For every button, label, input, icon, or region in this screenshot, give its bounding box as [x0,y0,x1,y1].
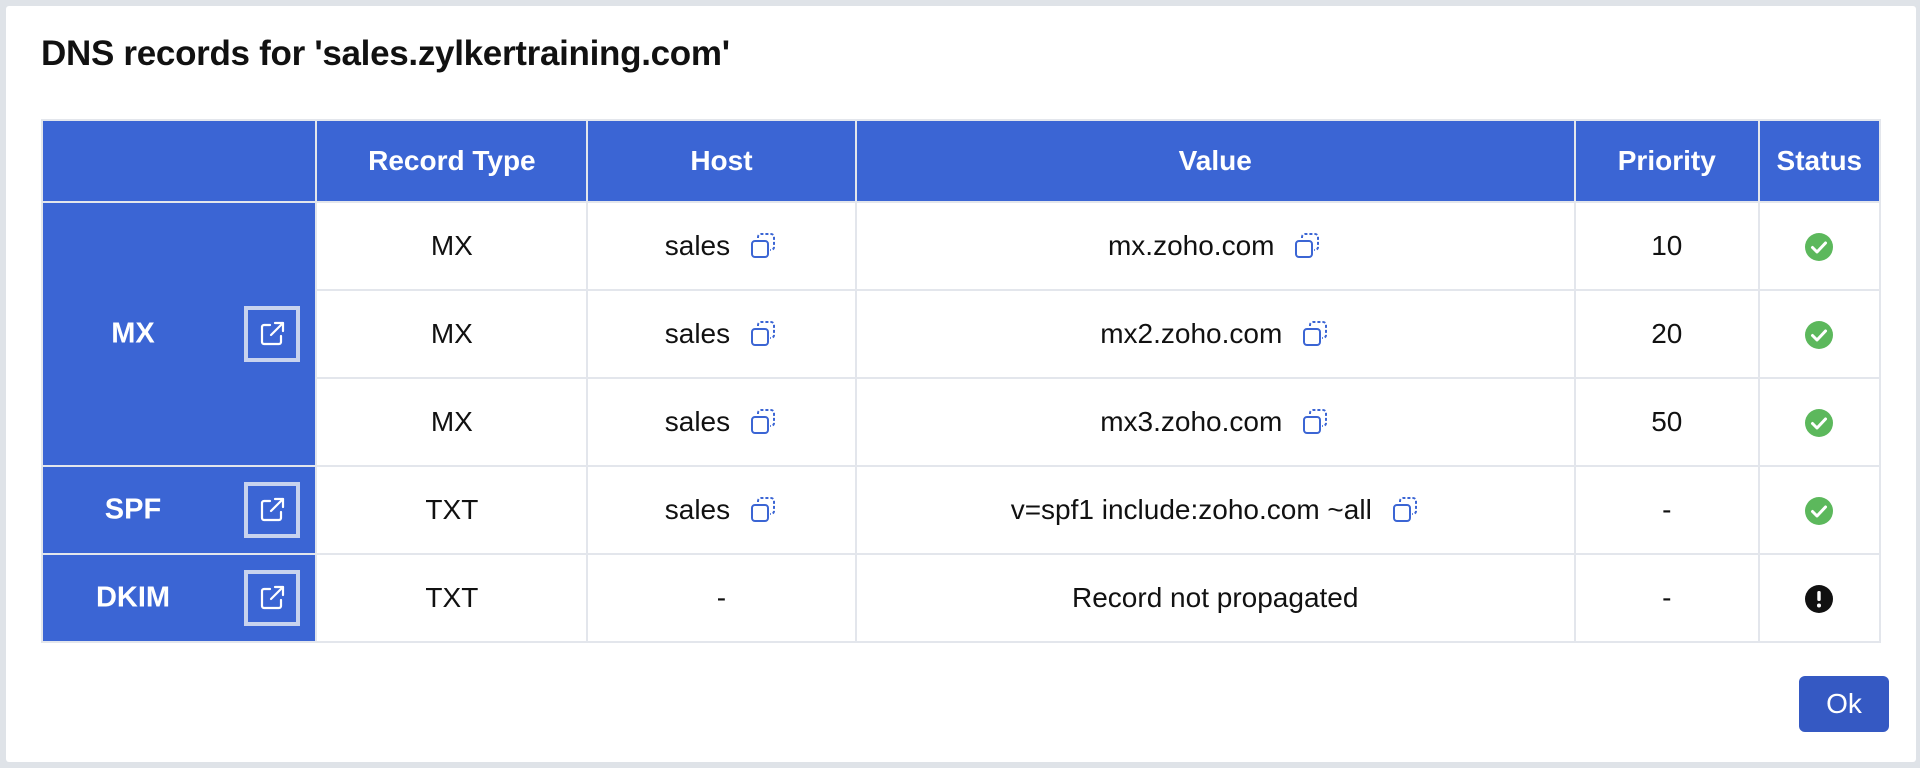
copy-icon[interactable] [748,407,778,437]
record-type-cell: TXT [315,465,589,555]
record-value: mx2.zoho.com [1100,318,1283,349]
copy-icon[interactable] [1292,231,1322,261]
record-type-cell: MX [315,377,589,467]
external-link-icon [261,321,285,346]
value-cell: Record not propagated [854,553,1576,643]
status-cell [1757,553,1882,643]
value-cell: mx2.zoho.com [854,289,1576,379]
table-header-row: Record Type Host Value Priority Status [40,119,1882,203]
table-row: MX sales mx2.zoho.com 20 [42,289,1882,379]
group-cell-spf: SPF [40,465,318,555]
external-link-icon [261,497,285,522]
column-header-group [40,119,318,203]
host-value: sales [664,230,731,261]
external-link-button-mx[interactable] [244,306,301,362]
copy-icon[interactable] [1390,495,1420,525]
copy-icon[interactable] [748,231,778,261]
status-cell [1757,289,1882,379]
check-circle-icon [1805,233,1834,262]
group-cell-mx: MX [40,201,318,467]
group-cell-dkim: DKIM [40,553,318,643]
column-header-record-type: Record Type [315,119,589,203]
host-cell: sales [586,201,857,291]
host-cell: sales [586,377,857,467]
table-row: SPF TXT sales v=spf1 include:zoho.com ~a… [40,465,1882,555]
group-label-spf: SPF [104,493,162,526]
group-label-mx: MX [111,317,155,350]
record-type-cell: TXT [315,553,589,643]
table-row: MX sales mx3.zoho.com 50 [42,377,1882,467]
exclamation-circle-icon [1805,585,1834,614]
value-cell: mx.zoho.com [854,201,1576,291]
column-header-status: Status [1757,119,1882,203]
external-link-icon [261,585,285,610]
ok-button[interactable]: Ok [1799,676,1889,732]
dns-records-table: Record Type Host Value Priority Status M… [40,119,1882,643]
record-value: mx.zoho.com [1107,230,1275,261]
status-cell [1757,465,1882,555]
priority-cell: 20 [1573,289,1760,379]
host-value: sales [664,406,731,437]
record-value: v=spf1 include:zoho.com ~all [1010,494,1372,525]
host-value: sales [664,494,731,525]
value-cell: v=spf1 include:zoho.com ~all [854,465,1576,555]
priority-cell: - [1573,465,1760,555]
record-value: mx3.zoho.com [1100,406,1283,437]
group-label-dkim: DKIM [95,581,171,614]
table-row: DKIM TXT - Record not propagated - [40,553,1882,643]
column-header-priority: Priority [1573,119,1760,203]
priority-cell: 10 [1573,201,1760,291]
priority-cell: 50 [1573,377,1760,467]
status-cell [1757,377,1882,467]
record-type-cell: MX [315,289,589,379]
copy-icon[interactable] [1300,407,1330,437]
host-value: sales [664,318,731,349]
record-type-cell: MX [315,201,589,291]
dns-records-dialog: DNS records for 'sales.zylkertraining.co… [6,6,1916,762]
copy-icon[interactable] [748,495,778,525]
table-row: MX MX sales mx.zoho.com 10 [40,201,1882,467]
copy-icon[interactable] [748,319,778,349]
status-cell [1757,201,1882,291]
external-link-button-dkim[interactable] [244,570,301,626]
check-circle-icon [1805,497,1834,526]
check-circle-icon [1805,321,1834,350]
column-header-value: Value [854,119,1576,203]
column-header-host: Host [586,119,857,203]
external-link-button-spf[interactable] [244,482,301,538]
copy-icon[interactable] [1300,319,1330,349]
value-cell: mx3.zoho.com [854,377,1576,467]
check-circle-icon [1805,409,1834,438]
priority-cell: - [1573,553,1760,643]
dialog-title: DNS records for 'sales.zylkertraining.co… [41,34,730,73]
host-cell: sales [586,289,857,379]
host-cell: sales [586,465,857,555]
host-cell: - [586,553,857,643]
